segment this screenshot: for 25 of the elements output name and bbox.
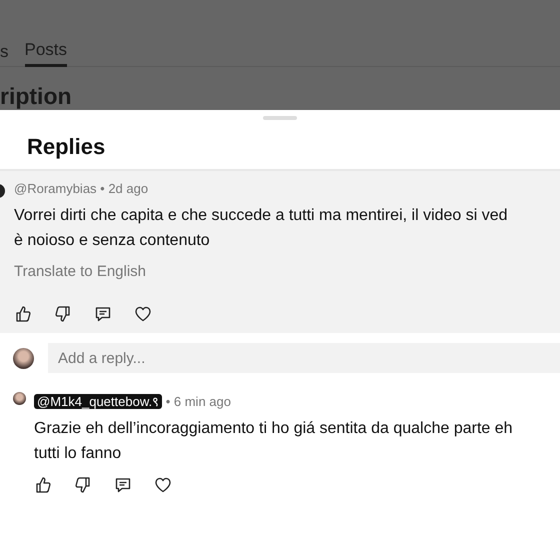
username[interactable]: @M1k4_quettebow.९	[34, 394, 162, 410]
comment-text-line: è noioso e senza contenuto	[14, 230, 211, 251]
tab[interactable]: Posts	[24, 30, 68, 67]
comment-text-line: Vorrei dirti che capita e che succede a tutti ma mentirei, il video si ved	[14, 206, 509, 226]
avatar	[13, 392, 26, 406]
comment-meta: @Roramybias • 2d ago	[14, 180, 150, 198]
comment-text-line: tutti lo fanno	[34, 444, 122, 464]
dislike-icon[interactable]	[54, 305, 72, 324]
reply-input-field[interactable]: Add a reply...	[48, 343, 560, 374]
comment-icon[interactable]	[114, 476, 132, 494]
tab[interactable]: s	[0, 30, 8, 67]
timestamp: • 6 min ago	[164, 394, 231, 410]
like-icon[interactable]	[34, 476, 52, 494]
heart-icon[interactable]	[134, 305, 152, 324]
avatar	[13, 348, 34, 369]
heart-icon[interactable]	[154, 476, 172, 494]
comment-icon[interactable]	[94, 305, 112, 324]
sheet-title: Replies	[27, 134, 106, 160]
comment-text-line: Grazie eh dell’incoraggiamento ti ho giá sentita da qualche parte eh	[34, 419, 513, 440]
avatar-icon	[0, 184, 6, 198]
like-icon[interactable]	[14, 305, 32, 324]
section-heading: ription	[0, 85, 72, 108]
translate-link[interactable]: Translate to English	[14, 260, 560, 284]
drag-handle[interactable]	[263, 116, 297, 120]
dislike-icon[interactable]	[74, 476, 92, 494]
